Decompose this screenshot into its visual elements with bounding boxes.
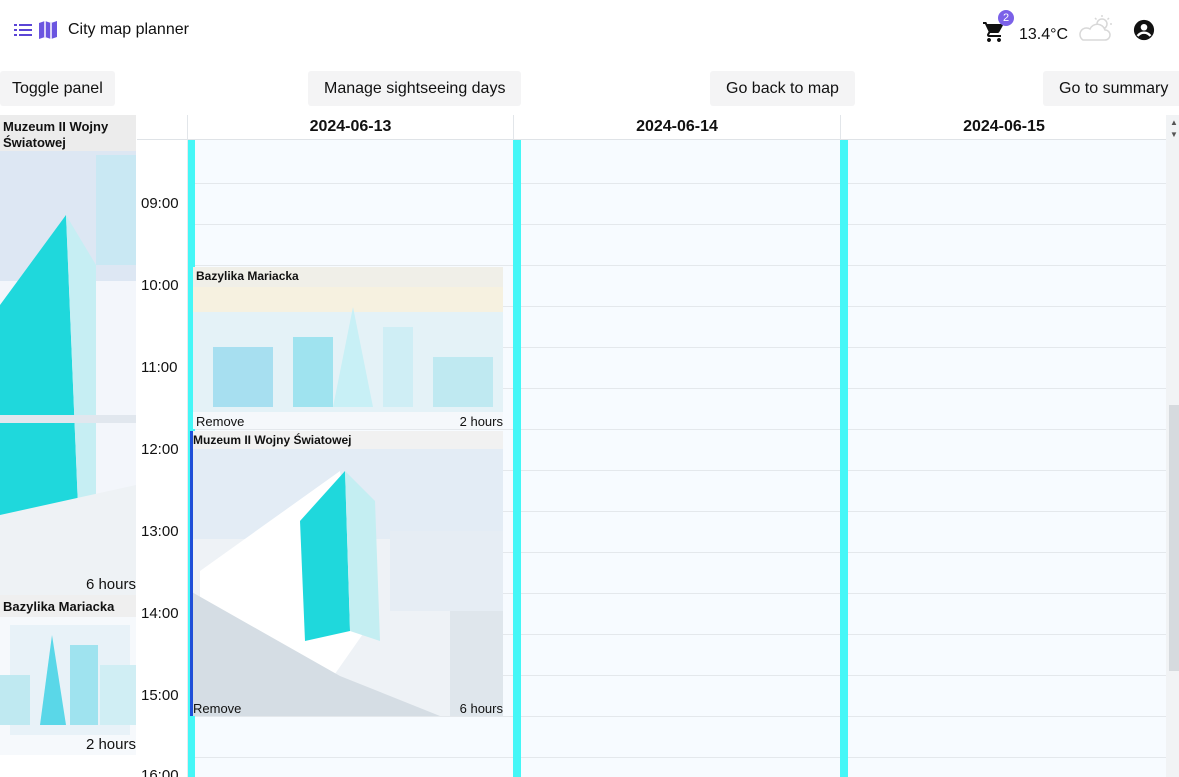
day-stripe <box>840 139 848 777</box>
grid-line <box>187 757 1166 758</box>
event-duration: 6 hours <box>459 701 503 716</box>
panel-item-duration: 2 hours <box>85 736 136 753</box>
top-bar: City map planner 2 13.4°C <box>0 0 1179 60</box>
event-title: Muzeum II Wojny Światowej <box>193 433 352 447</box>
time-label: 13:00 <box>141 523 179 540</box>
event-accent-bar <box>190 431 193 716</box>
go-to-summary-button[interactable]: Go to summary <box>1043 71 1179 106</box>
event-duration: 2 hours <box>459 414 503 429</box>
map-icon[interactable] <box>38 20 58 40</box>
time-gutter: 09:00 10:00 11:00 12:00 13:00 14:00 15:0… <box>137 115 188 777</box>
toggle-panel-button[interactable]: Toggle panel <box>0 71 115 106</box>
event-title: Bazylika Mariacka <box>196 269 299 283</box>
remove-event-button[interactable]: Remove <box>196 414 244 429</box>
basilica-photo <box>0 595 136 755</box>
day-header: 2024-06-14 <box>513 115 840 140</box>
panel-item-muzeum[interactable]: Muzeum II Wojny Światowej 6 hours <box>0 115 136 595</box>
panel-item-bazylika[interactable]: Bazylika Mariacka 2 hours <box>0 595 136 755</box>
calendar-event-muzeum[interactable]: Muzeum II Wojny Światowej Remove 6 hours <box>190 431 503 716</box>
scroll-down-arrow-icon[interactable]: ▼ <box>1170 130 1178 139</box>
day-column[interactable] <box>840 115 1167 777</box>
time-label: 12:00 <box>141 441 179 458</box>
panel-item-title: Bazylika Mariacka <box>3 599 115 614</box>
grid-line <box>187 716 1166 717</box>
basilica-photo <box>193 267 503 429</box>
time-label: 16:00 <box>141 767 179 777</box>
time-label: 09:00 <box>141 195 179 212</box>
grid-line <box>187 265 1166 266</box>
menu-list-icon[interactable] <box>14 22 32 38</box>
account-icon[interactable] <box>1133 19 1155 41</box>
time-label: 10:00 <box>141 277 179 294</box>
manage-sightseeing-days-button[interactable]: Manage sightseeing days <box>308 71 522 106</box>
panel-item-duration: 6 hours <box>85 576 136 593</box>
day-stripe <box>513 139 521 777</box>
partly-cloudy-icon <box>1079 15 1112 41</box>
calendar-event-bazylika[interactable]: Bazylika Mariacka Remove 2 hours <box>193 267 503 429</box>
time-label: 11:00 <box>141 359 178 376</box>
time-label: 15:00 <box>141 687 179 704</box>
time-gutter-header <box>137 115 187 140</box>
day-header: 2024-06-13 <box>187 115 513 140</box>
panel-item-title: Muzeum II Wojny Światowej <box>3 119 109 150</box>
go-back-to-map-button[interactable]: Go back to map <box>710 71 855 106</box>
attractions-panel: Muzeum II Wojny Światowej 6 hours Bazyli… <box>0 115 136 777</box>
grid-line <box>187 183 1166 184</box>
cart-count-badge: 2 <box>998 10 1014 26</box>
grid-line <box>187 429 1166 430</box>
calendar-grid: 09:00 10:00 11:00 12:00 13:00 14:00 15:0… <box>137 115 1179 777</box>
grid-line <box>187 224 1166 225</box>
time-label: 14:00 <box>141 605 179 622</box>
app-title: City map planner <box>68 21 189 38</box>
scroll-up-arrow-icon[interactable]: ▲ <box>1170 118 1178 127</box>
scrollbar-thumb[interactable] <box>1169 405 1179 671</box>
museum-photo <box>0 115 136 595</box>
temperature-readout: 13.4°C <box>1019 26 1069 43</box>
museum-photo <box>190 431 503 716</box>
day-column[interactable] <box>513 115 840 777</box>
remove-event-button[interactable]: Remove <box>193 701 241 716</box>
day-header: 2024-06-15 <box>840 115 1167 140</box>
